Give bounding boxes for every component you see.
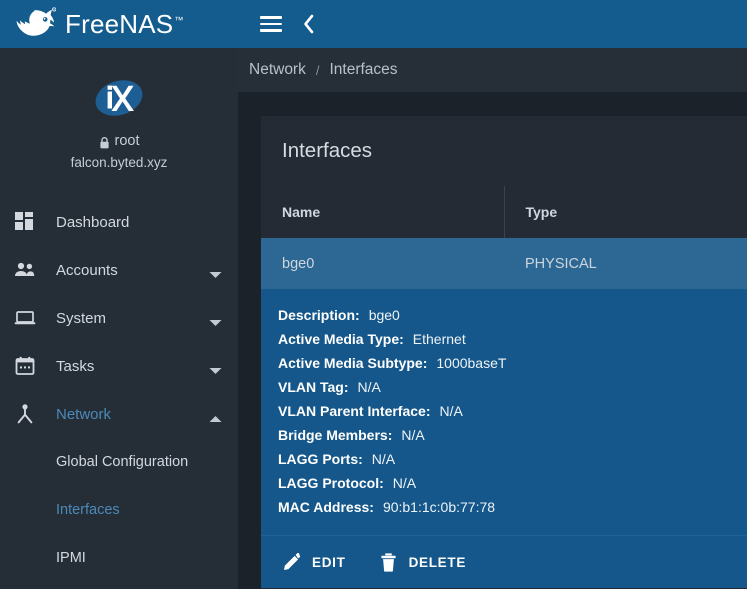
delete-button-label: DELETE bbox=[408, 554, 467, 570]
people-group-icon bbox=[12, 262, 38, 278]
content-area: Network / Interfaces Interfaces Name Typ… bbox=[238, 48, 747, 589]
interfaces-table: Name Type bge0 PHYSICAL bbox=[261, 186, 747, 289]
chevron-down-icon[interactable] bbox=[209, 314, 222, 326]
sidebar-item-dashboard[interactable]: Dashboard bbox=[0, 198, 238, 246]
current-user: root bbox=[0, 131, 238, 151]
sidebar-item-label: Network bbox=[56, 405, 112, 423]
detail-label: LAGG Protocol: bbox=[278, 475, 384, 491]
trash-icon bbox=[380, 552, 397, 572]
detail-label: LAGG Ports: bbox=[278, 451, 363, 467]
detail-value: bge0 bbox=[368, 307, 400, 323]
sidebar-item-label: Accounts bbox=[56, 261, 118, 279]
detail-value: N/A bbox=[401, 427, 425, 443]
detail-row: VLAN Parent Interface: N/A bbox=[278, 399, 747, 423]
detail-value: N/A bbox=[439, 403, 463, 419]
sidebar-item-label: Dashboard bbox=[56, 213, 130, 231]
sidebar-subitem-label: Interfaces bbox=[56, 502, 120, 518]
table-header-row: Name Type bbox=[261, 186, 747, 238]
column-header-type[interactable]: Type bbox=[503, 186, 747, 238]
brand-title: FreeNAS™ bbox=[65, 8, 184, 39]
interfaces-card: Interfaces Name Type bge0 PHYSICAL Descr… bbox=[261, 116, 747, 589]
dashboard-grid-icon bbox=[12, 212, 38, 232]
detail-value: N/A bbox=[392, 475, 417, 491]
detail-label: VLAN Tag: bbox=[278, 379, 349, 395]
sidebar-subitem-label: Global Configuration bbox=[56, 454, 189, 470]
detail-row: Active Media Type: Ethernet bbox=[278, 327, 747, 351]
svg-text:R: R bbox=[53, 7, 55, 11]
sidebar-item-tasks[interactable]: Tasks bbox=[0, 342, 238, 390]
chevron-down-icon[interactable] bbox=[209, 266, 222, 278]
detail-row: MAC Address: 90:b1:1c:0b:77:78 bbox=[278, 495, 747, 519]
detail-label: Description: bbox=[278, 307, 360, 323]
detail-action-bar: EDIT DELETE bbox=[261, 535, 747, 588]
username-label: root bbox=[114, 133, 140, 149]
brand-area: R FreeNAS™ bbox=[0, 0, 238, 48]
chevron-left-icon[interactable] bbox=[302, 14, 315, 34]
network-node-icon bbox=[12, 404, 38, 424]
top-bar: R FreeNAS™ bbox=[0, 0, 747, 48]
page-title: Interfaces bbox=[282, 139, 373, 162]
sidebar-item-global-configuration[interactable]: Global Configuration bbox=[0, 438, 238, 486]
user-block: root falcon.byted.xyz bbox=[0, 48, 238, 186]
detail-value: N/A bbox=[357, 379, 381, 395]
sidebar-item-label: Tasks bbox=[56, 357, 95, 375]
table-row[interactable]: bge0 PHYSICAL bbox=[261, 238, 747, 289]
detail-value: Ethernet bbox=[412, 331, 466, 347]
ix-systems-logo-icon bbox=[89, 74, 149, 122]
detail-label: VLAN Parent Interface: bbox=[278, 403, 431, 419]
cell-interface-type: PHYSICAL bbox=[504, 238, 747, 289]
freenas-app-window: R FreeNAS™ root falcon.byted.xyz Dashboa… bbox=[0, 0, 747, 589]
detail-value: N/A bbox=[371, 451, 396, 467]
detail-label: Active Media Subtype: bbox=[278, 355, 428, 371]
detail-label: MAC Address: bbox=[278, 499, 374, 515]
sidebar-item-label: System bbox=[56, 309, 107, 327]
breadcrumb-separator: / bbox=[315, 62, 320, 78]
card-header: Interfaces bbox=[261, 116, 747, 186]
hamburger-menu-icon[interactable] bbox=[260, 16, 282, 32]
detail-row: VLAN Tag: N/A bbox=[278, 375, 747, 399]
sidebar-item-system[interactable]: System bbox=[0, 294, 238, 342]
lock-icon bbox=[99, 135, 110, 148]
breadcrumb-parent[interactable]: Network bbox=[249, 61, 306, 79]
hostname-label: falcon.byted.xyz bbox=[70, 155, 168, 170]
detail-row: Description: bge0 bbox=[278, 303, 747, 327]
detail-value: 90:b1:1c:0b:77:78 bbox=[382, 499, 496, 515]
breadcrumb: Network / Interfaces bbox=[238, 48, 747, 92]
calendar-icon bbox=[12, 356, 38, 376]
freenas-shark-logo-icon: R bbox=[14, 7, 57, 41]
sidebar-subitem-label: IPMI bbox=[56, 550, 86, 566]
sidebar-item-accounts[interactable]: Accounts bbox=[0, 246, 238, 294]
top-bar-actions bbox=[238, 0, 747, 48]
detail-row: Active Media Subtype: 1000baseT bbox=[278, 351, 747, 375]
detail-label: Bridge Members: bbox=[278, 427, 393, 443]
sidebar-item-ipmi[interactable]: IPMI bbox=[0, 534, 238, 582]
edit-button[interactable]: EDIT bbox=[283, 552, 346, 572]
interface-detail-panel: Description: bge0 Active Media Type: Eth… bbox=[261, 289, 747, 535]
sidebar-nav: Dashboard Accounts System Tasks Network … bbox=[0, 198, 238, 582]
sidebar-item-network[interactable]: Network bbox=[0, 390, 238, 438]
content-scroll: Interfaces Name Type bge0 PHYSICAL Descr… bbox=[238, 92, 747, 589]
delete-button[interactable]: DELETE bbox=[380, 552, 467, 572]
chevron-up-icon[interactable] bbox=[209, 410, 222, 422]
chevron-down-icon[interactable] bbox=[209, 362, 222, 374]
detail-row: LAGG Protocol: N/A bbox=[278, 471, 747, 495]
sidebar-item-interfaces[interactable]: Interfaces bbox=[0, 486, 238, 534]
sidebar: root falcon.byted.xyz Dashboard Accounts… bbox=[0, 48, 238, 589]
cell-interface-name: bge0 bbox=[261, 238, 504, 289]
edit-button-label: EDIT bbox=[312, 554, 346, 570]
detail-value: 1000baseT bbox=[436, 355, 507, 371]
column-header-name[interactable]: Name bbox=[261, 186, 504, 238]
pencil-icon bbox=[283, 552, 301, 572]
laptop-icon bbox=[12, 310, 38, 326]
hamburger-bars bbox=[260, 16, 282, 32]
detail-row: Bridge Members: N/A bbox=[278, 423, 747, 447]
detail-label: Active Media Type: bbox=[278, 331, 404, 347]
detail-row: LAGG Ports: N/A bbox=[278, 447, 747, 471]
body-split: root falcon.byted.xyz Dashboard Accounts… bbox=[0, 48, 747, 589]
breadcrumb-current: Interfaces bbox=[329, 61, 398, 78]
